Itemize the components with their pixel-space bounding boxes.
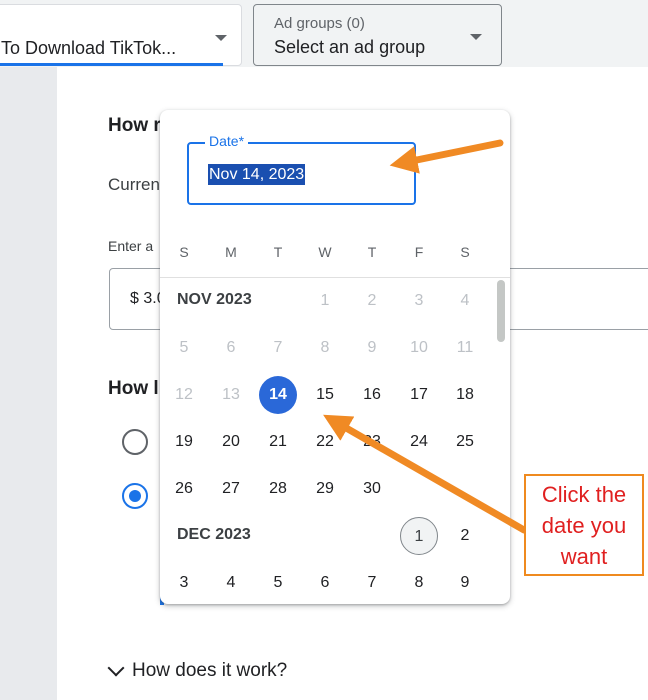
weekday-label: T xyxy=(367,244,377,260)
calendar-day: 9 xyxy=(367,339,377,356)
calendar-day[interactable]: 25 xyxy=(446,423,484,461)
callout-line-1: Click the xyxy=(541,481,627,507)
how-does-it-work-toggle[interactable]: How does it work? xyxy=(106,659,288,682)
calendar-day[interactable]: 17 xyxy=(400,376,438,414)
weekday-label: F xyxy=(414,244,424,260)
calendar-day: 13 xyxy=(222,386,240,403)
calendar-day: 1 xyxy=(320,292,330,309)
calendar-day[interactable]: 18 xyxy=(446,376,484,414)
current-budget-text: Curren xyxy=(108,175,160,194)
calendar-day[interactable]: 9 xyxy=(446,564,484,602)
callout-line-2: date you xyxy=(541,512,627,538)
ad-group-select-value: Select an ad group xyxy=(274,37,426,57)
calendar-divider xyxy=(160,277,510,278)
calendar-day: 10 xyxy=(410,339,428,356)
calendar-day[interactable]: 26 xyxy=(165,470,203,508)
date-input-label: Date* xyxy=(205,133,249,149)
calendar-day[interactable]: 8 xyxy=(400,564,438,602)
calendar-day: 8 xyxy=(320,339,330,356)
month-label: NOV 2023 xyxy=(177,291,252,308)
calendar-day: 7 xyxy=(273,339,283,356)
calendar-day[interactable]: 20 xyxy=(212,423,250,461)
weekday-label: S xyxy=(460,244,470,260)
calendar-day: 4 xyxy=(460,292,470,309)
calendar-day[interactable]: 16 xyxy=(353,376,391,414)
ad-group-select-label: Ad groups (0) xyxy=(274,15,365,32)
calendar-day[interactable]: 27 xyxy=(212,470,250,508)
how-does-it-work-label: How does it work? xyxy=(132,660,288,681)
calendar-day[interactable]: 6 xyxy=(306,564,344,602)
chevron-down-icon xyxy=(107,659,125,677)
left-rail xyxy=(0,67,57,700)
calendar-day: 5 xyxy=(179,339,189,356)
month-label: DEC 2023 xyxy=(177,526,251,543)
campaign-select[interactable]: To Download TikTok... xyxy=(0,4,242,66)
calendar-day[interactable]: 5 xyxy=(259,564,297,602)
calendar-day-today[interactable]: 1 xyxy=(400,517,438,555)
callout-line-3: want xyxy=(560,543,608,569)
calendar-day[interactable]: 2 xyxy=(446,517,484,555)
dropdown-arrow-icon xyxy=(215,35,227,41)
calendar-day[interactable]: 29 xyxy=(306,470,344,508)
calendar-day[interactable]: 23 xyxy=(353,423,391,461)
date-input-value[interactable]: Nov 14, 2023 xyxy=(208,164,306,185)
weekday-label: S xyxy=(179,244,189,260)
weekday-label: T xyxy=(273,244,283,260)
dropdown-arrow-icon xyxy=(470,34,482,40)
budget-input-label: Enter a xyxy=(108,238,154,254)
calendar-day[interactable]: 30 xyxy=(353,470,391,508)
weekday-label: M xyxy=(225,244,237,260)
campaign-select-focus-underline xyxy=(0,63,223,66)
calendar-day[interactable]: 4 xyxy=(212,564,250,602)
budget-question-heading: How r xyxy=(108,115,161,136)
calendar-day[interactable]: 3 xyxy=(165,564,203,602)
calendar-day[interactable]: 21 xyxy=(259,423,297,461)
date-picker: Date* Nov 14, 2023 SMTWTFS NOV 2023 1 2 3 4 5… xyxy=(160,110,510,604)
calendar-day: 11 xyxy=(456,339,474,356)
campaign-select-value: To Download TikTok... xyxy=(1,38,177,58)
weekday-header: SMTWTFS xyxy=(160,244,510,264)
calendar-day[interactable]: 7 xyxy=(353,564,391,602)
calendar-day[interactable]: 15 xyxy=(306,376,344,414)
calendar-day: 2 xyxy=(367,292,377,309)
calendar-day[interactable]: 22 xyxy=(306,423,344,461)
ad-group-select[interactable]: Ad groups (0) Select an ad group xyxy=(253,4,502,66)
callout-box: Click the date you want xyxy=(524,474,644,576)
calendar-day: 6 xyxy=(226,339,236,356)
calendar-day[interactable]: 28 xyxy=(259,470,297,508)
duration-question-heading: How l xyxy=(108,378,159,399)
date-input[interactable]: Date* Nov 14, 2023 xyxy=(187,133,416,205)
calendar-day: 12 xyxy=(175,386,193,403)
calendar-day-selected[interactable]: 14 xyxy=(259,376,297,414)
calendar-day[interactable]: 19 xyxy=(165,423,203,461)
calendar-scrollbar[interactable] xyxy=(497,280,505,342)
weekday-label: W xyxy=(318,244,332,260)
calendar-day[interactable]: 24 xyxy=(400,423,438,461)
calendar-day: 3 xyxy=(414,292,424,309)
end-date-option-radio[interactable] xyxy=(122,483,148,509)
duration-option-radio[interactable] xyxy=(122,429,148,455)
